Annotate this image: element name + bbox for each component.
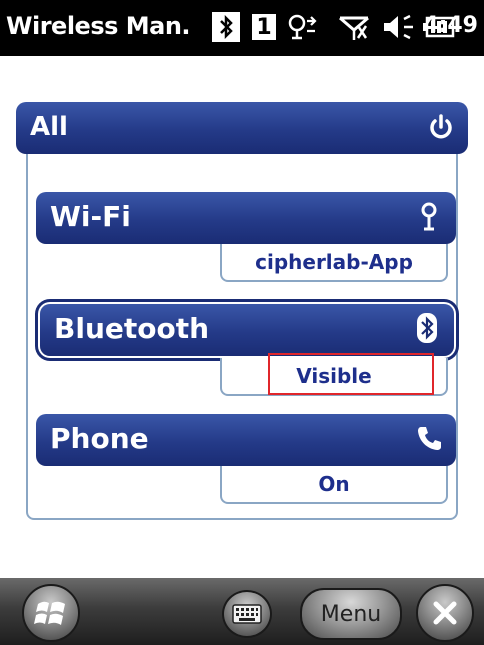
start-icon xyxy=(34,601,65,625)
bluetooth-icon xyxy=(412,312,442,344)
phone-toggle-button[interactable]: Phone xyxy=(36,414,456,466)
keyboard-button[interactable] xyxy=(222,590,272,638)
all-toggle-button[interactable]: All xyxy=(16,102,468,154)
wifi-label: Wi-Fi xyxy=(50,200,131,233)
phone-status[interactable]: On xyxy=(220,466,448,504)
keyboard-icon xyxy=(232,604,262,624)
close-icon xyxy=(433,601,457,625)
app-title[interactable]: Wireless Man. xyxy=(6,12,191,40)
menu-button[interactable]: Menu xyxy=(300,588,402,640)
phone-label: Phone xyxy=(50,422,149,455)
status-bar: Wireless Man. 1 4:49 xyxy=(0,0,484,56)
phone-icon xyxy=(414,422,444,454)
sim-number: 1 xyxy=(252,14,276,40)
power-icon xyxy=(426,112,456,144)
wifi-status[interactable]: cipherlab-App xyxy=(220,244,448,282)
menu-label: Menu xyxy=(320,601,382,627)
phone-status-text: On xyxy=(318,472,350,496)
wifi-toggle-button[interactable]: Wi-Fi xyxy=(36,192,456,244)
start-button[interactable] xyxy=(22,584,80,642)
bluetooth-status-icon[interactable] xyxy=(212,10,240,44)
clock[interactable]: 4:49 xyxy=(423,13,478,38)
wifi-status-text: cipherlab-App xyxy=(255,250,413,274)
wifi-antenna-icon xyxy=(414,200,444,232)
close-button[interactable] xyxy=(416,584,474,642)
bluetooth-toggle-button[interactable]: Bluetooth xyxy=(40,304,454,356)
no-signal-icon[interactable] xyxy=(334,10,374,44)
data-connection-icon[interactable] xyxy=(286,10,326,44)
all-label: All xyxy=(30,112,68,142)
highlight-box xyxy=(268,353,434,395)
volume-icon[interactable] xyxy=(382,10,416,44)
bluetooth-label: Bluetooth xyxy=(54,312,210,345)
sim-icon[interactable]: 1 xyxy=(252,10,276,44)
